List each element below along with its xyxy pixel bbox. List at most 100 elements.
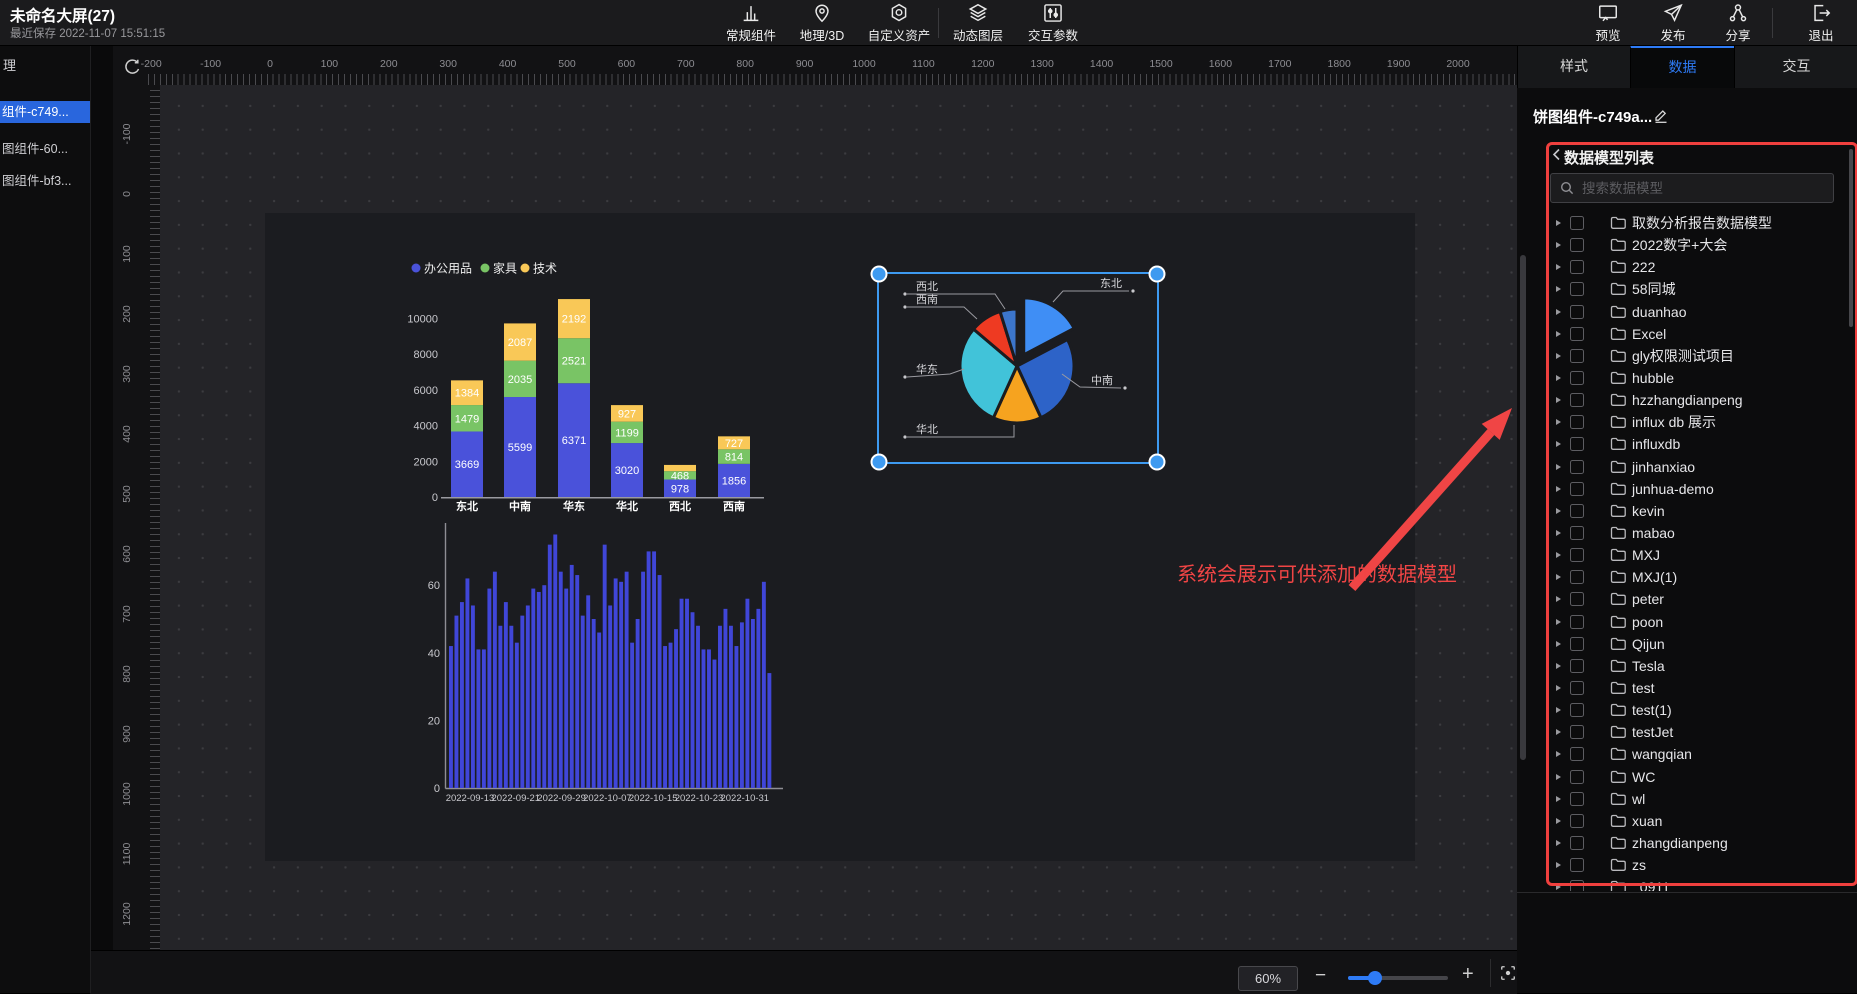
model-folder-row[interactable]: gly权限测试项目 xyxy=(1549,345,1849,367)
folder-checkbox[interactable] xyxy=(1570,415,1584,429)
tool-regular-components[interactable]: 常规组件 xyxy=(716,2,786,44)
folder-caret-icon[interactable] xyxy=(1556,508,1561,514)
dashboard-screen[interactable] xyxy=(265,213,1415,861)
folder-checkbox[interactable] xyxy=(1570,703,1584,717)
model-folder-row[interactable]: wangqian xyxy=(1549,743,1849,765)
folder-checkbox[interactable] xyxy=(1570,548,1584,562)
folder-caret-icon[interactable] xyxy=(1556,796,1561,802)
zoom-in-button[interactable]: + xyxy=(1462,963,1474,986)
edit-pencil-icon[interactable] xyxy=(1653,107,1669,124)
model-folder-row[interactable]: 58同城 xyxy=(1549,278,1849,300)
selection-handle-bottom-right[interactable] xyxy=(1149,454,1166,471)
folder-checkbox[interactable] xyxy=(1570,393,1584,407)
search-input[interactable] xyxy=(1580,180,1833,197)
model-folder-row[interactable]: test xyxy=(1549,677,1849,699)
folder-checkbox[interactable] xyxy=(1570,836,1584,850)
folder-caret-icon[interactable] xyxy=(1556,840,1561,846)
folder-caret-icon[interactable] xyxy=(1556,286,1561,292)
canvas-vertical-scrollbar[interactable] xyxy=(1520,255,1526,760)
folder-caret-icon[interactable] xyxy=(1556,596,1561,602)
folder-caret-icon[interactable] xyxy=(1556,441,1561,447)
model-folder-row[interactable]: WC xyxy=(1549,766,1849,788)
folder-checkbox[interactable] xyxy=(1570,482,1584,496)
folder-caret-icon[interactable] xyxy=(1556,419,1561,425)
folder-caret-icon[interactable] xyxy=(1556,264,1561,270)
selection-handle-top-left[interactable] xyxy=(871,266,888,283)
folder-checkbox[interactable] xyxy=(1570,238,1584,252)
model-folder-row[interactable]: wl xyxy=(1549,788,1849,810)
folder-checkbox[interactable] xyxy=(1570,659,1584,673)
folder-checkbox[interactable] xyxy=(1570,526,1584,540)
folder-checkbox[interactable] xyxy=(1570,305,1584,319)
model-folder-row[interactable]: Tesla xyxy=(1549,655,1849,677)
component-selection-box[interactable] xyxy=(877,272,1159,464)
model-folder-row[interactable]: peter xyxy=(1549,588,1849,610)
folder-checkbox[interactable] xyxy=(1570,460,1584,474)
model-folder-row[interactable]: MXJ(1) xyxy=(1549,566,1849,588)
folder-caret-icon[interactable] xyxy=(1556,552,1561,558)
folder-caret-icon[interactable] xyxy=(1556,242,1561,248)
tab-style[interactable]: 样式 xyxy=(1517,45,1630,88)
fit-to-screen-icon[interactable] xyxy=(1498,963,1518,983)
model-folder-row[interactable]: mabao xyxy=(1549,522,1849,544)
folder-caret-icon[interactable] xyxy=(1556,331,1561,337)
action-preview[interactable]: 预览 xyxy=(1573,2,1643,44)
zoom-out-button[interactable]: − xyxy=(1315,965,1326,987)
folder-checkbox[interactable] xyxy=(1570,770,1584,784)
model-folder-row[interactable]: zs xyxy=(1549,854,1849,876)
model-folder-row[interactable]: jinhanxiao xyxy=(1549,456,1849,478)
model-folder-row[interactable]: 2022数字+大会 xyxy=(1549,234,1849,256)
model-folder-row[interactable]: xuan xyxy=(1549,810,1849,832)
folder-caret-icon[interactable] xyxy=(1556,884,1561,890)
folder-checkbox[interactable] xyxy=(1570,637,1584,651)
folder-caret-icon[interactable] xyxy=(1556,619,1561,625)
folder-checkbox[interactable] xyxy=(1570,282,1584,296)
folder-checkbox[interactable] xyxy=(1570,371,1584,385)
folder-checkbox[interactable] xyxy=(1570,349,1584,363)
folder-checkbox[interactable] xyxy=(1570,570,1584,584)
model-folder-row[interactable]: Excel xyxy=(1549,323,1849,345)
folder-checkbox[interactable] xyxy=(1570,747,1584,761)
folder-caret-icon[interactable] xyxy=(1556,397,1561,403)
folder-caret-icon[interactable] xyxy=(1556,663,1561,669)
model-folder-row[interactable]: 取数分析报告数据模型 xyxy=(1549,212,1849,234)
model-folder-row[interactable]: testJet xyxy=(1549,721,1849,743)
model-folder-row[interactable]: 222 xyxy=(1549,256,1849,278)
folder-caret-icon[interactable] xyxy=(1556,464,1561,470)
folder-caret-icon[interactable] xyxy=(1556,685,1561,691)
model-folder-row[interactable]: influx db 展示 xyxy=(1549,411,1849,433)
model-folder-row[interactable]: MXJ xyxy=(1549,544,1849,566)
model-folder-row[interactable]: kevin xyxy=(1549,500,1849,522)
zoom-slider[interactable] xyxy=(1348,976,1448,980)
tab-interaction[interactable]: 交互 xyxy=(1734,45,1857,88)
model-folder-row[interactable]: _0911 xyxy=(1549,876,1849,891)
tool-interaction-params[interactable]: 交互参数 xyxy=(1018,2,1088,44)
folder-caret-icon[interactable] xyxy=(1556,574,1561,580)
tool-geo-3d[interactable]: 地理/3D xyxy=(787,2,857,44)
layer-item[interactable]: 图组件-60... xyxy=(0,138,91,160)
folder-caret-icon[interactable] xyxy=(1556,774,1561,780)
folder-checkbox[interactable] xyxy=(1570,880,1584,891)
folder-checkbox[interactable] xyxy=(1570,216,1584,230)
model-folder-row[interactable]: hzzhangdianpeng xyxy=(1549,389,1849,411)
model-folder-row[interactable]: test(1) xyxy=(1549,699,1849,721)
folder-caret-icon[interactable] xyxy=(1556,862,1561,868)
folder-checkbox[interactable] xyxy=(1570,814,1584,828)
model-folder-row[interactable]: influxdb xyxy=(1549,433,1849,455)
folder-checkbox[interactable] xyxy=(1570,592,1584,606)
tool-dynamic-layers[interactable]: 动态图层 xyxy=(943,2,1013,44)
folder-caret-icon[interactable] xyxy=(1556,309,1561,315)
tool-custom-assets[interactable]: 自定义资产 xyxy=(864,2,934,44)
folder-caret-icon[interactable] xyxy=(1556,530,1561,536)
folder-checkbox[interactable] xyxy=(1570,615,1584,629)
model-folder-row[interactable]: hubble xyxy=(1549,367,1849,389)
folder-caret-icon[interactable] xyxy=(1556,375,1561,381)
model-folder-row[interactable]: zhangdianpeng xyxy=(1549,832,1849,854)
folder-checkbox[interactable] xyxy=(1570,437,1584,451)
model-folder-row[interactable]: junhua-demo xyxy=(1549,478,1849,500)
model-folder-row[interactable]: duanhao xyxy=(1549,301,1849,323)
selection-handle-bottom-left[interactable] xyxy=(871,454,888,471)
folder-caret-icon[interactable] xyxy=(1556,486,1561,492)
model-folder-row[interactable]: Qijun xyxy=(1549,633,1849,655)
action-publish[interactable]: 发布 xyxy=(1638,2,1708,44)
